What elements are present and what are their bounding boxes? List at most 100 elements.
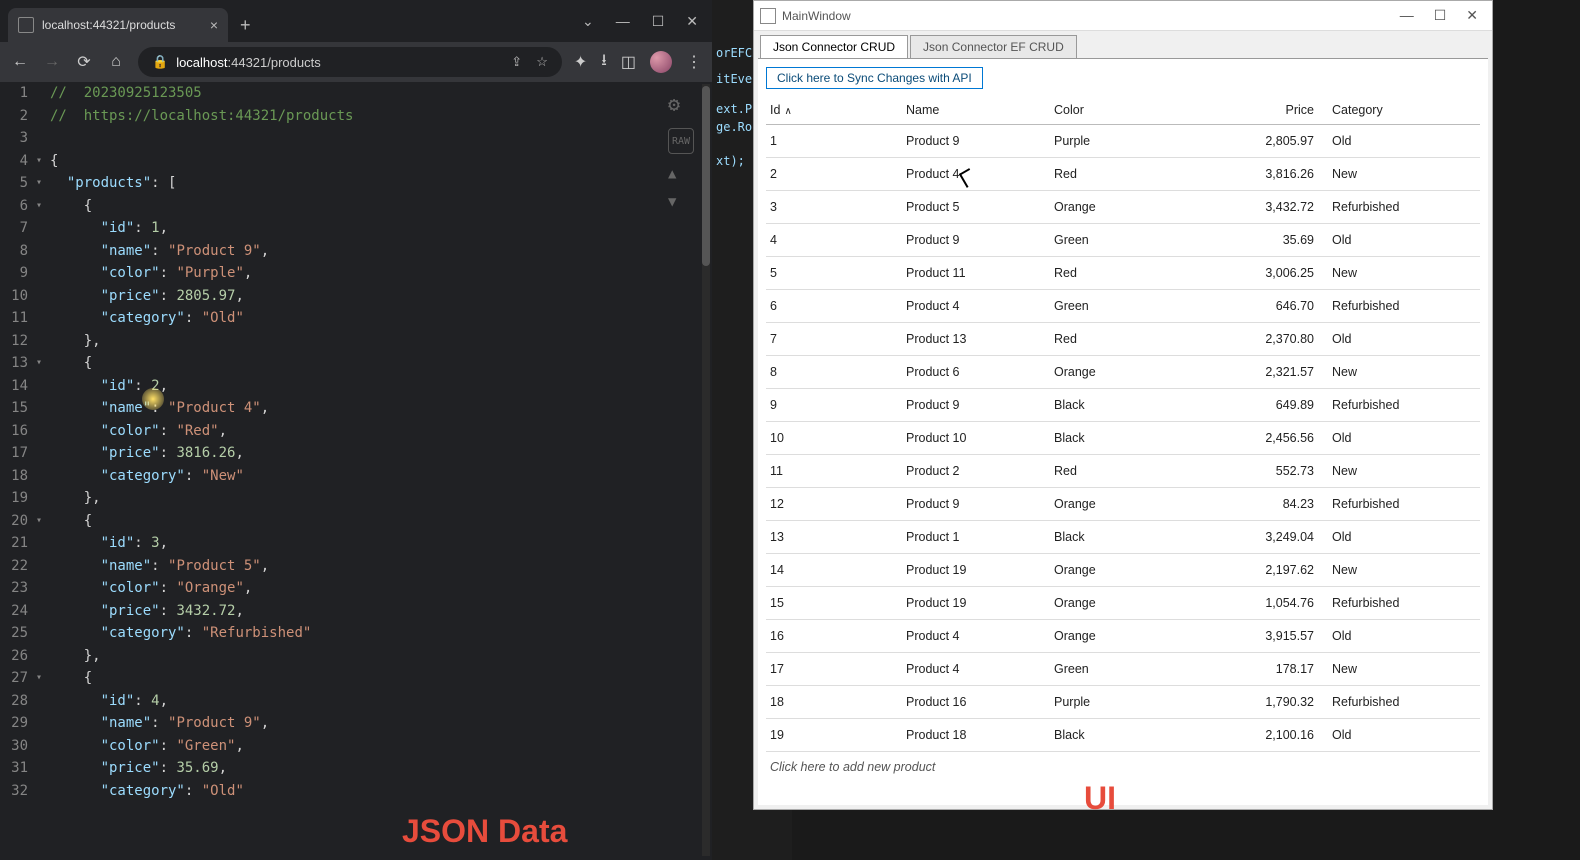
fold-icon[interactable]	[36, 285, 50, 308]
cell-color[interactable]: Black	[1054, 398, 1198, 412]
cell-name[interactable]: Product 9	[906, 134, 1054, 148]
address-bar[interactable]: 🔒 localhost:44321/products ⇪ ☆	[138, 47, 562, 77]
cell-id[interactable]: 3	[766, 200, 906, 214]
cell-price[interactable]: 2,321.57	[1198, 365, 1332, 379]
code-line[interactable]: 1// 20230925123505	[0, 82, 712, 105]
cell-id[interactable]: 4	[766, 233, 906, 247]
cell-id[interactable]: 2	[766, 167, 906, 181]
cell-category[interactable]: Refurbished	[1332, 200, 1480, 214]
cell-name[interactable]: Product 18	[906, 728, 1054, 742]
maximize-icon[interactable]: ☐	[652, 13, 665, 30]
cell-name[interactable]: Product 9	[906, 497, 1054, 511]
col-header-category[interactable]: Category	[1332, 103, 1480, 117]
code-line[interactable]: 11 "category": "Old"	[0, 307, 712, 330]
cell-id[interactable]: 16	[766, 629, 906, 643]
new-tab-button[interactable]: +	[228, 8, 263, 42]
cell-id[interactable]: 17	[766, 662, 906, 676]
cell-price[interactable]: 2,370.80	[1198, 332, 1332, 346]
code-line[interactable]: 29 "name": "Product 9",	[0, 712, 712, 735]
cell-category[interactable]: New	[1332, 662, 1480, 676]
cell-price[interactable]: 2,100.16	[1198, 728, 1332, 742]
cell-price[interactable]: 1,054.76	[1198, 596, 1332, 610]
cell-id[interactable]: 14	[766, 563, 906, 577]
fold-icon[interactable]	[36, 780, 50, 803]
cell-color[interactable]: Green	[1054, 233, 1198, 247]
fold-icon[interactable]	[36, 330, 50, 353]
code-line[interactable]: 13▾ {	[0, 352, 712, 375]
table-row[interactable]: 11Product 2Red552.73New	[766, 455, 1480, 488]
fold-icon[interactable]	[36, 487, 50, 510]
code-line[interactable]: 17 "price": 3816.26,	[0, 442, 712, 465]
cell-name[interactable]: Product 19	[906, 563, 1054, 577]
fold-icon[interactable]	[36, 532, 50, 555]
close-icon[interactable]: ✕	[686, 13, 698, 30]
dropdown-icon[interactable]: ⌄	[582, 13, 594, 30]
code-line[interactable]: 12 },	[0, 330, 712, 353]
fold-icon[interactable]	[36, 712, 50, 735]
fold-icon[interactable]	[36, 600, 50, 623]
json-viewer[interactable]: ⚙ RAW ▲ ▼ 1// 202309251235052// https://…	[0, 82, 712, 860]
code-line[interactable]: 7 "id": 1,	[0, 217, 712, 240]
fold-icon[interactable]: ▾	[36, 667, 50, 690]
cell-price[interactable]: 1,790.32	[1198, 695, 1332, 709]
products-grid[interactable]: Id∧ Name Color Price Category 1Product 9…	[766, 95, 1480, 797]
titlebar[interactable]: MainWindow — ☐ ✕	[754, 1, 1492, 31]
expand-down-icon[interactable]: ▼	[668, 194, 694, 210]
code-line[interactable]: 18 "category": "New"	[0, 465, 712, 488]
forward-icon[interactable]: →	[42, 53, 62, 71]
table-row[interactable]: 9Product 9Black649.89Refurbished	[766, 389, 1480, 422]
gear-icon[interactable]: ⚙	[668, 92, 694, 116]
cell-name[interactable]: Product 10	[906, 431, 1054, 445]
code-line[interactable]: 16 "color": "Red",	[0, 420, 712, 443]
back-icon[interactable]: ←	[10, 53, 30, 71]
cell-category[interactable]: New	[1332, 563, 1480, 577]
fold-icon[interactable]	[36, 420, 50, 443]
code-line[interactable]: 10 "price": 2805.97,	[0, 285, 712, 308]
cell-category[interactable]: New	[1332, 365, 1480, 379]
cell-price[interactable]: 35.69	[1198, 233, 1332, 247]
code-line[interactable]: 3	[0, 127, 712, 150]
table-row[interactable]: 7Product 13Red2,370.80Old	[766, 323, 1480, 356]
cell-name[interactable]: Product 4	[906, 167, 1054, 181]
fold-icon[interactable]	[36, 577, 50, 600]
fold-icon[interactable]	[36, 465, 50, 488]
cell-price[interactable]: 178.17	[1198, 662, 1332, 676]
code-line[interactable]: 25 "category": "Refurbished"	[0, 622, 712, 645]
table-row[interactable]: 12Product 9Orange84.23Refurbished	[766, 488, 1480, 521]
cell-name[interactable]: Product 19	[906, 596, 1054, 610]
minimize-icon[interactable]: —	[616, 13, 630, 29]
cell-name[interactable]: Product 6	[906, 365, 1054, 379]
cell-name[interactable]: Product 4	[906, 299, 1054, 313]
fold-icon[interactable]	[36, 690, 50, 713]
code-line[interactable]: 27▾ {	[0, 667, 712, 690]
cell-price[interactable]: 646.70	[1198, 299, 1332, 313]
reload-icon[interactable]: ⟳	[74, 52, 94, 72]
table-row[interactable]: 15Product 19Orange1,054.76Refurbished	[766, 587, 1480, 620]
code-line[interactable]: 8 "name": "Product 9",	[0, 240, 712, 263]
fold-icon[interactable]	[36, 622, 50, 645]
col-header-color[interactable]: Color	[1054, 103, 1198, 117]
cell-color[interactable]: Purple	[1054, 695, 1198, 709]
cell-color[interactable]: Orange	[1054, 200, 1198, 214]
table-row[interactable]: 3Product 5Orange3,432.72Refurbished	[766, 191, 1480, 224]
close-icon[interactable]: ✕	[1466, 7, 1478, 24]
cell-id[interactable]: 13	[766, 530, 906, 544]
sidepanel-icon[interactable]: ◫	[621, 52, 636, 72]
raw-toggle[interactable]: RAW	[668, 128, 694, 154]
code-line[interactable]: 6▾ {	[0, 195, 712, 218]
code-line[interactable]: 31 "price": 35.69,	[0, 757, 712, 780]
cell-name[interactable]: Product 13	[906, 332, 1054, 346]
code-line[interactable]: 26 },	[0, 645, 712, 668]
app-tab[interactable]: Json Connector EF CRUD	[910, 35, 1077, 58]
cell-color[interactable]: Red	[1054, 332, 1198, 346]
cell-id[interactable]: 8	[766, 365, 906, 379]
cell-price[interactable]: 84.23	[1198, 497, 1332, 511]
cell-color[interactable]: Orange	[1054, 497, 1198, 511]
table-row[interactable]: 13Product 1Black3,249.04Old	[766, 521, 1480, 554]
cell-category[interactable]: Old	[1332, 728, 1480, 742]
share-icon[interactable]: ⇪	[511, 54, 522, 70]
table-row[interactable]: 18Product 16Purple1,790.32Refurbished	[766, 686, 1480, 719]
downloads-icon[interactable]: ⭳	[601, 49, 607, 76]
cell-color[interactable]: Red	[1054, 266, 1198, 280]
cell-id[interactable]: 5	[766, 266, 906, 280]
